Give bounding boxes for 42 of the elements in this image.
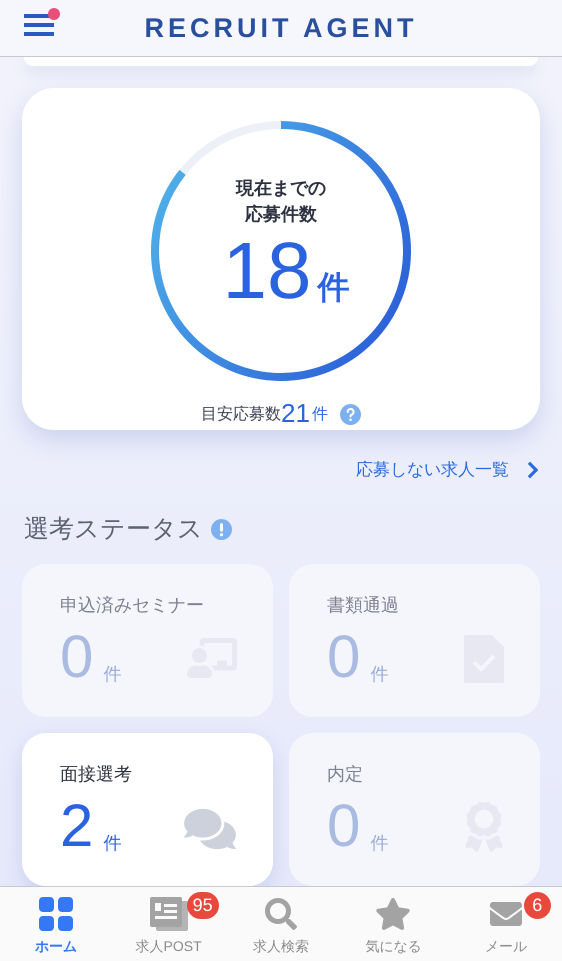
status-unit: 件	[103, 663, 122, 686]
help-icon	[340, 404, 361, 426]
status-count: 0	[327, 794, 360, 858]
status-label: 内定	[327, 763, 364, 786]
applications-title: 現在までの	[236, 177, 326, 200]
section-title: 選考ステータス	[24, 514, 203, 544]
status-label: 面接選考	[60, 763, 133, 786]
tab-bar-item[interactable]: 求人POST 95	[112, 887, 225, 961]
grid-icon	[39, 897, 74, 931]
status-unit: 件	[370, 832, 388, 855]
status-card[interactable]: 内定 0 件	[289, 733, 540, 886]
logo: RECRUIT AGENT	[144, 12, 418, 45]
applications-count: 18	[222, 229, 312, 314]
status-count: 2	[60, 794, 94, 858]
status-count: 0	[327, 625, 360, 689]
menu-button[interactable]	[24, 14, 54, 36]
status-label: 書類通過	[327, 594, 400, 617]
status-label: 申込済みセミナー	[60, 594, 205, 617]
status-card[interactable]: 面接選考 2 件	[22, 733, 273, 886]
status-count: 0	[60, 625, 94, 689]
count-badge: 6	[524, 892, 551, 919]
tab-bar-item[interactable]: ホーム	[0, 887, 112, 961]
info-icon	[211, 518, 232, 540]
star-icon	[375, 897, 412, 931]
chevron-right-icon	[527, 460, 538, 479]
target-label: 目安応募数	[201, 404, 282, 426]
not-applied-jobs-link[interactable]: 応募しない求人一覧	[356, 457, 538, 482]
status-unit: 件	[103, 832, 122, 855]
tab-bar-item[interactable]: メール 6	[450, 887, 562, 961]
newspaper-icon	[150, 897, 188, 931]
status-card[interactable]: 書類通過 0 件	[289, 564, 540, 717]
count-unit: 件	[317, 268, 350, 308]
applications-title: 応募件数	[244, 203, 317, 226]
target-count: 21	[281, 400, 310, 426]
count-badge: 95	[186, 892, 219, 919]
chat-bubbles-icon	[183, 806, 237, 852]
status-unit: 件	[370, 663, 388, 686]
target-unit: 件	[312, 405, 328, 426]
status-card[interactable]: 申込済みセミナー 0 件	[22, 564, 273, 717]
search-icon	[264, 898, 297, 930]
tab-bar-item[interactable]: 気になる	[337, 887, 450, 961]
tab-bar-item[interactable]: 求人検索	[224, 887, 338, 961]
